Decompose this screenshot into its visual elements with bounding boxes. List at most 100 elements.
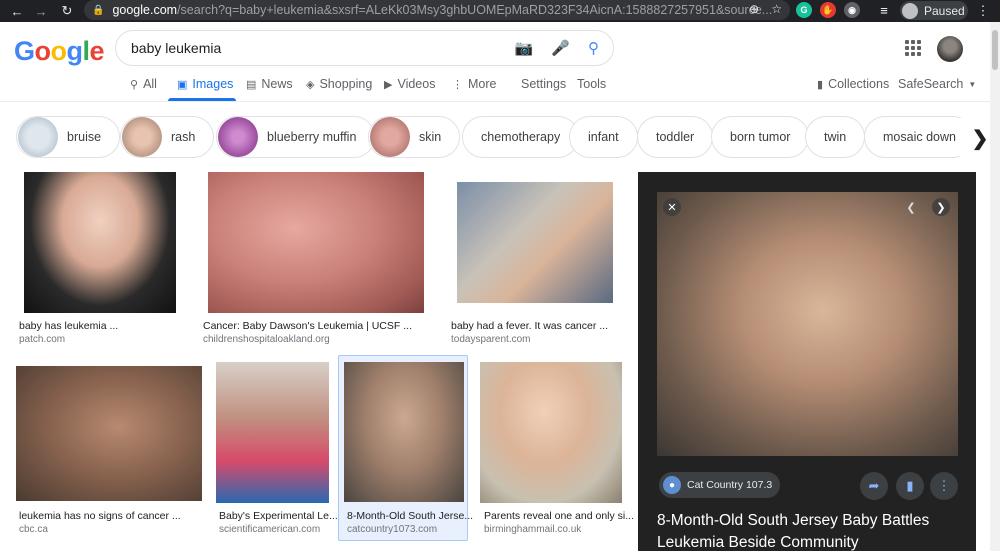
address-bar[interactable]: 🔒 google.com /search?q=baby+leukemia&sxs… xyxy=(84,0,790,20)
result-title[interactable]: baby has leukemia ... xyxy=(19,320,118,332)
scrollbar-thumb[interactable] xyxy=(992,30,998,70)
chip-thumbnail xyxy=(218,117,258,157)
forward-icon[interactable]: → xyxy=(30,0,52,22)
lock-icon: 🔒 xyxy=(92,4,105,16)
url-path: /search?q=baby+leukemia&sxsrf=ALeKk03Msy… xyxy=(177,3,773,17)
result-title[interactable]: leukemia has no signs of cancer ... xyxy=(19,510,181,522)
tab-images[interactable]: ▣ Images xyxy=(177,77,233,91)
globe-icon: ● xyxy=(663,476,681,494)
logo-letter: l xyxy=(82,36,91,66)
chip-born-tumor[interactable]: born tumor xyxy=(711,116,810,158)
adblock-extension-icon[interactable]: ✋ xyxy=(820,2,836,18)
apps-grid-icon[interactable] xyxy=(905,40,921,56)
chip-rash[interactable]: rash xyxy=(120,116,215,158)
browser-toolbar: ← → ↻ 🔒 google.com /search?q=baby+leukem… xyxy=(0,0,1000,22)
tab-more[interactable]: ⋮ More xyxy=(452,77,496,91)
chip-infant[interactable]: infant xyxy=(569,116,638,158)
logo-letter: g xyxy=(66,36,84,66)
search-icon[interactable]: ⚲ xyxy=(588,39,599,57)
result-source[interactable]: todaysparent.com xyxy=(451,334,531,345)
search-input[interactable]: baby leukemia xyxy=(131,40,221,56)
safesearch-toggle[interactable]: SafeSearch ▼ xyxy=(898,77,976,91)
image-result[interactable]: Parents reveal one and only si... birmin… xyxy=(476,360,634,540)
result-image[interactable] xyxy=(344,362,464,502)
profile-status: Paused xyxy=(924,3,965,18)
chip-blueberry-muffin[interactable]: blueberry muffin xyxy=(216,116,376,158)
page-scrollbar[interactable] xyxy=(990,22,1000,551)
tab-settings[interactable]: Settings xyxy=(521,77,566,91)
result-source[interactable]: birminghammail.co.uk xyxy=(484,524,581,535)
image-result[interactable]: baby has leukemia ... patch.com xyxy=(14,172,184,352)
result-title[interactable]: Parents reveal one and only si... xyxy=(484,510,634,522)
url-host: google.com xyxy=(112,3,178,17)
profile-button[interactable]: Paused xyxy=(900,1,968,20)
reading-list-icon[interactable]: ≡ xyxy=(876,2,892,18)
result-source[interactable]: scientificamerican.com xyxy=(219,524,320,535)
result-image[interactable] xyxy=(216,362,329,503)
chip-chemotherapy[interactable]: chemotherapy xyxy=(462,116,580,158)
camera-icon[interactable]: 📷 xyxy=(515,39,534,57)
back-icon[interactable]: ← xyxy=(6,0,28,22)
bookmark-star-icon[interactable]: ☆ xyxy=(771,2,782,16)
image-result[interactable]: baby had a fever. It was cancer ... toda… xyxy=(446,172,624,352)
tab-shopping[interactable]: ◈ Shopping xyxy=(306,77,372,91)
source-pill[interactable]: ● Cat Country 107.3 xyxy=(659,472,781,498)
image-icon: ▣ xyxy=(177,78,188,91)
logo-letter: o xyxy=(50,36,68,66)
chevron-right-icon[interactable]: ❯ xyxy=(932,198,950,216)
result-title[interactable]: baby had a fever. It was cancer ... xyxy=(451,320,608,332)
tab-videos[interactable]: ▶ Videos xyxy=(384,77,435,91)
bookmark-icon: ▮ xyxy=(817,78,824,91)
image-preview-panel: ✕ ❮ ❯ ● Cat Country 107.3 ➦ ▮ ⋮ 8-Month-… xyxy=(638,172,976,551)
chip-bruise[interactable]: bruise xyxy=(16,116,121,158)
result-title[interactable]: 8-Month-Old South Jerse... xyxy=(347,510,473,522)
result-source[interactable]: catcountry1073.com xyxy=(347,524,437,535)
account-avatar[interactable] xyxy=(937,36,963,62)
result-source[interactable]: patch.com xyxy=(19,334,65,345)
more-options-icon[interactable]: ⋮ xyxy=(930,472,958,500)
result-source[interactable]: childrenshospitaloakland.org xyxy=(203,334,330,345)
result-title[interactable]: Cancer: Baby Dawson's Leukemia | UCSF ..… xyxy=(203,320,412,332)
logo-letter: o xyxy=(34,36,52,66)
result-image[interactable] xyxy=(208,172,424,313)
result-image[interactable] xyxy=(480,362,622,503)
result-image[interactable] xyxy=(457,182,613,303)
chip-thumbnail xyxy=(18,117,58,157)
result-image[interactable] xyxy=(24,172,176,313)
news-icon: ▤ xyxy=(246,78,257,91)
location-icon[interactable]: ⊕ xyxy=(749,2,759,16)
preview-title[interactable]: 8-Month-Old South Jersey Baby Battles Le… xyxy=(657,510,957,554)
grammarly-extension-icon[interactable]: G xyxy=(796,2,812,18)
chip-toddler[interactable]: toddler xyxy=(637,116,714,158)
save-bookmark-icon[interactable]: ▮ xyxy=(896,472,924,500)
image-result[interactable]: Cancer: Baby Dawson's Leukemia | UCSF ..… xyxy=(196,172,436,352)
result-title[interactable]: Baby's Experimental Le... xyxy=(219,510,338,522)
search-box[interactable]: baby leukemia 📷 🎤 ⚲ xyxy=(115,30,614,66)
reload-icon[interactable]: ↻ xyxy=(56,0,78,22)
image-result[interactable]: Baby's Experimental Le... scientificamer… xyxy=(212,360,338,540)
microphone-icon[interactable]: 🎤 xyxy=(551,39,570,57)
preview-image[interactable] xyxy=(657,192,958,456)
result-source[interactable]: cbc.ca xyxy=(19,524,48,535)
chevron-left-icon[interactable]: ❮ xyxy=(902,198,920,216)
collections-link[interactable]: ▮ Collections xyxy=(817,77,889,91)
google-logo[interactable]: Google xyxy=(14,36,105,67)
image-result[interactable]: leukemia has no signs of cancer ... cbc.… xyxy=(14,360,206,540)
result-image[interactable] xyxy=(16,366,202,501)
logo-letter: G xyxy=(14,36,35,66)
browser-menu-icon[interactable]: ⋮ xyxy=(972,0,994,22)
share-icon[interactable]: ➦ xyxy=(860,472,888,500)
chip-thumbnail xyxy=(122,117,162,157)
close-icon[interactable]: ✕ xyxy=(663,198,681,216)
tab-news[interactable]: ▤ News xyxy=(246,77,293,91)
search-icon: ⚲ xyxy=(130,78,139,91)
image-result-selected[interactable]: 8-Month-Old South Jerse... catcountry107… xyxy=(338,355,473,541)
tab-tools[interactable]: Tools xyxy=(577,77,606,91)
extension-icon[interactable]: ◉ xyxy=(844,2,860,18)
chip-twin[interactable]: twin xyxy=(805,116,866,158)
chip-mosaic-down-syndrome[interactable]: mosaic down syndrome xyxy=(864,116,974,158)
source-name: Cat Country 107.3 xyxy=(687,479,773,491)
logo-letter: e xyxy=(89,36,105,66)
tab-all[interactable]: ⚲ All xyxy=(130,77,157,91)
chip-skin[interactable]: skin xyxy=(368,116,461,158)
